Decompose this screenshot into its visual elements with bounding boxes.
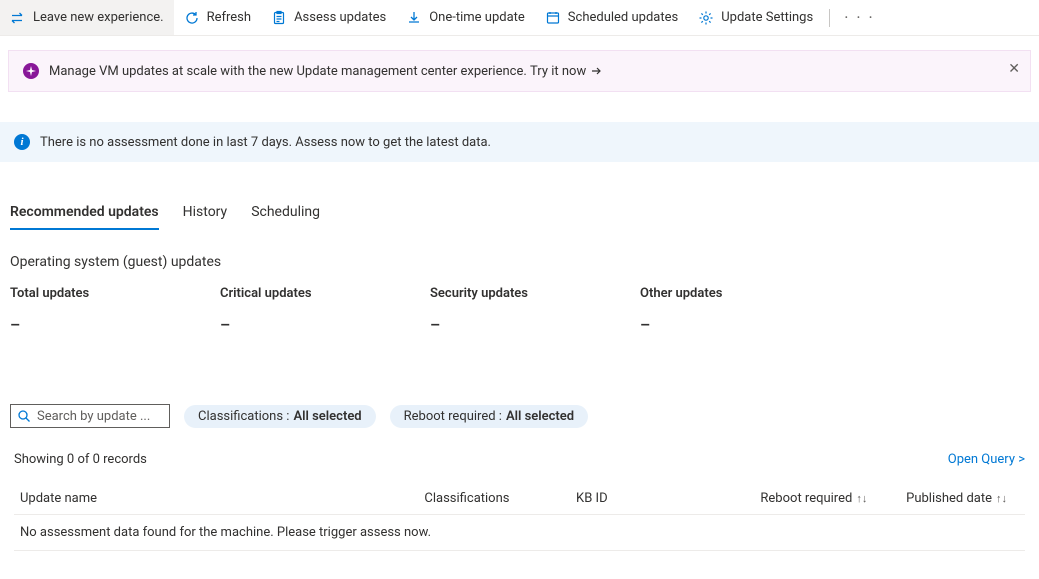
assess-updates-button[interactable]: Assess updates bbox=[261, 0, 396, 35]
calendar-icon bbox=[545, 10, 561, 26]
assess-label: Assess updates bbox=[294, 10, 386, 25]
arrow-right-icon bbox=[590, 65, 602, 77]
stat-total: Total updates – bbox=[10, 286, 220, 334]
refresh-icon bbox=[184, 10, 200, 26]
refresh-label: Refresh bbox=[207, 10, 251, 25]
clipboard-icon bbox=[271, 10, 287, 26]
reboot-filter[interactable]: Reboot required : All selected bbox=[390, 405, 588, 428]
stat-critical-label: Critical updates bbox=[220, 286, 430, 301]
tab-recommended[interactable]: Recommended updates bbox=[10, 204, 159, 230]
open-query-link[interactable]: Open Query > bbox=[948, 452, 1025, 467]
promo-text: Manage VM updates at scale with the new … bbox=[49, 64, 527, 79]
tabs: Recommended updates History Scheduling bbox=[10, 204, 1029, 230]
table-empty-row: No assessment data found for the machine… bbox=[14, 515, 1025, 551]
col-classifications[interactable]: Classifications bbox=[418, 483, 570, 515]
sparkle-icon bbox=[23, 63, 39, 79]
search-icon bbox=[17, 409, 31, 423]
col-update-name[interactable]: Update name bbox=[14, 483, 418, 515]
reboot-filter-label: Reboot required : bbox=[404, 409, 502, 424]
stat-other-value: – bbox=[640, 315, 850, 334]
settings-label: Update Settings bbox=[721, 10, 813, 25]
stat-security: Security updates – bbox=[430, 286, 640, 334]
stats-row: Total updates – Critical updates – Secur… bbox=[10, 286, 1029, 334]
filter-row: Classifications : All selected Reboot re… bbox=[10, 404, 1029, 428]
col-kbid[interactable]: KB ID bbox=[570, 483, 701, 515]
more-button[interactable]: · · · bbox=[836, 8, 882, 27]
try-it-now-label: Try it now bbox=[530, 64, 586, 79]
onetime-update-button[interactable]: One-time update bbox=[396, 0, 535, 35]
records-row: Showing 0 of 0 records Open Query > bbox=[14, 452, 1025, 467]
table-empty-message: No assessment data found for the machine… bbox=[14, 515, 1025, 551]
classifications-filter-label: Classifications : bbox=[198, 409, 289, 424]
stat-total-label: Total updates bbox=[10, 286, 220, 301]
swap-icon bbox=[10, 10, 26, 26]
records-showing: Showing 0 of 0 records bbox=[14, 452, 147, 467]
col-published[interactable]: Published date↑↓ bbox=[873, 483, 1025, 515]
sort-icon: ↑↓ bbox=[996, 492, 1007, 505]
stat-critical-value: – bbox=[220, 315, 430, 334]
leave-experience-button[interactable]: Leave new experience. bbox=[0, 0, 174, 35]
classifications-filter[interactable]: Classifications : All selected bbox=[184, 405, 376, 428]
col-reboot[interactable]: Reboot required↑↓ bbox=[701, 483, 873, 515]
info-bar: i There is no assessment done in last 7 … bbox=[0, 122, 1039, 162]
info-icon: i bbox=[14, 134, 30, 150]
tab-scheduling[interactable]: Scheduling bbox=[251, 204, 320, 230]
stat-security-value: – bbox=[430, 315, 640, 334]
leave-label: Leave new experience. bbox=[33, 10, 164, 25]
stat-total-value: – bbox=[10, 315, 220, 334]
gear-icon bbox=[698, 10, 714, 26]
search-box[interactable] bbox=[10, 404, 170, 428]
stat-critical: Critical updates – bbox=[220, 286, 430, 334]
reboot-filter-value: All selected bbox=[506, 409, 574, 424]
onetime-label: One-time update bbox=[429, 10, 525, 25]
download-icon bbox=[406, 10, 422, 26]
updates-table: Update name Classifications KB ID Reboot… bbox=[14, 483, 1025, 551]
promo-banner: Manage VM updates at scale with the new … bbox=[8, 50, 1031, 92]
stat-security-label: Security updates bbox=[430, 286, 640, 301]
refresh-button[interactable]: Refresh bbox=[174, 0, 261, 35]
classifications-filter-value: All selected bbox=[293, 409, 361, 424]
section-title: Operating system (guest) updates bbox=[10, 254, 1029, 270]
stat-other-label: Other updates bbox=[640, 286, 850, 301]
sort-icon: ↑↓ bbox=[856, 492, 867, 505]
close-banner-button[interactable]: ✕ bbox=[1008, 61, 1020, 77]
scheduled-label: Scheduled updates bbox=[568, 10, 678, 25]
stat-other: Other updates – bbox=[640, 286, 850, 334]
toolbar-separator bbox=[829, 9, 830, 27]
search-input[interactable] bbox=[37, 409, 163, 424]
update-settings-button[interactable]: Update Settings bbox=[688, 0, 823, 35]
scheduled-updates-button[interactable]: Scheduled updates bbox=[535, 0, 688, 35]
tab-history[interactable]: History bbox=[183, 204, 228, 230]
try-it-now-link[interactable]: Try it now bbox=[530, 64, 602, 79]
info-text: There is no assessment done in last 7 da… bbox=[40, 135, 491, 150]
toolbar: Leave new experience. Refresh Assess upd… bbox=[0, 0, 1039, 36]
